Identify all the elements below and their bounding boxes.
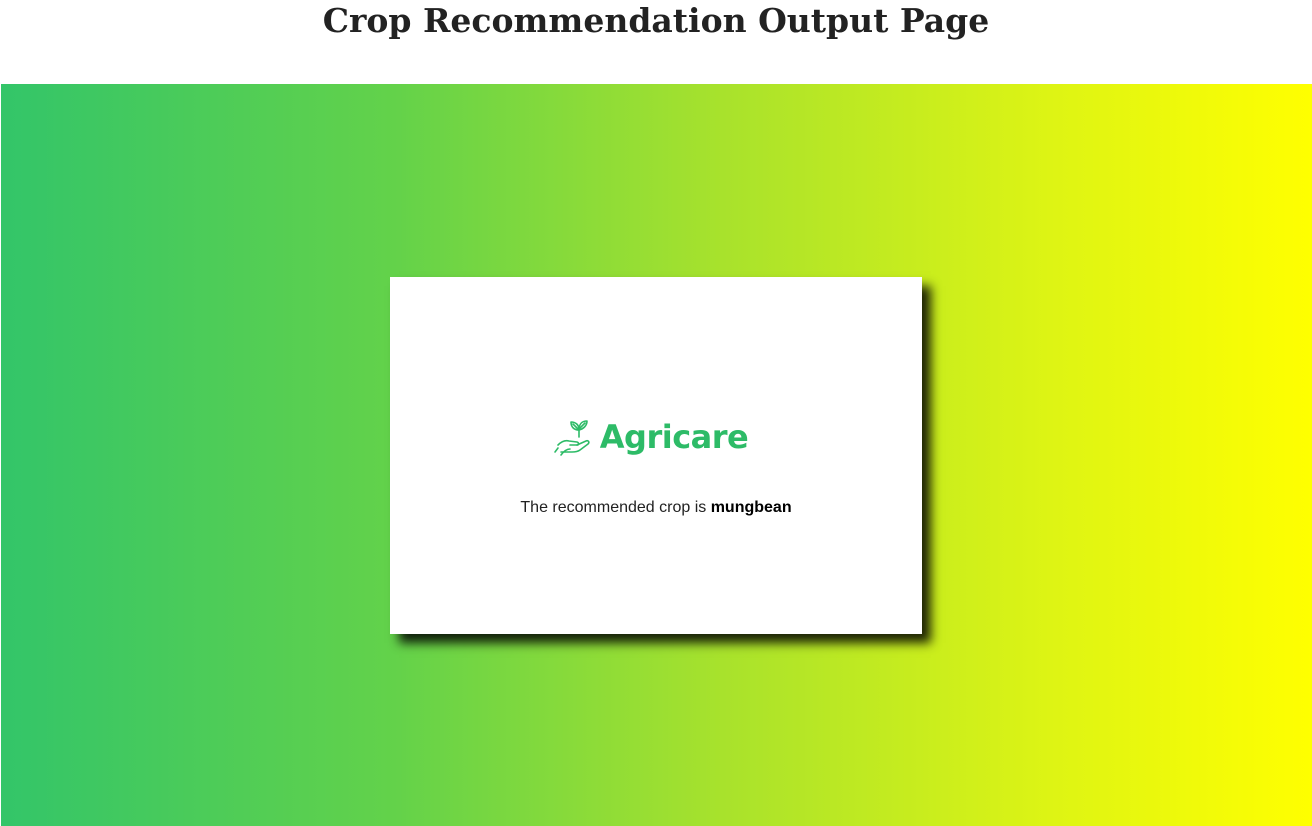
brand-name: Agricare — [599, 418, 749, 456]
hand-sprout-icon — [553, 420, 590, 456]
gradient-background: Agricare The recommended crop is mungbea… — [1, 84, 1312, 826]
recommended-crop: mungbean — [710, 499, 792, 516]
brand-logo: Agricare — [390, 415, 922, 459]
page-title: Crop Recommendation Output Page — [322, 1, 990, 40]
result-card: Agricare The recommended crop is mungbea… — [390, 277, 922, 634]
recommendation-text: The recommended crop is mungbean — [390, 499, 922, 517]
recommendation-prefix: The recommended crop is — [520, 499, 707, 516]
